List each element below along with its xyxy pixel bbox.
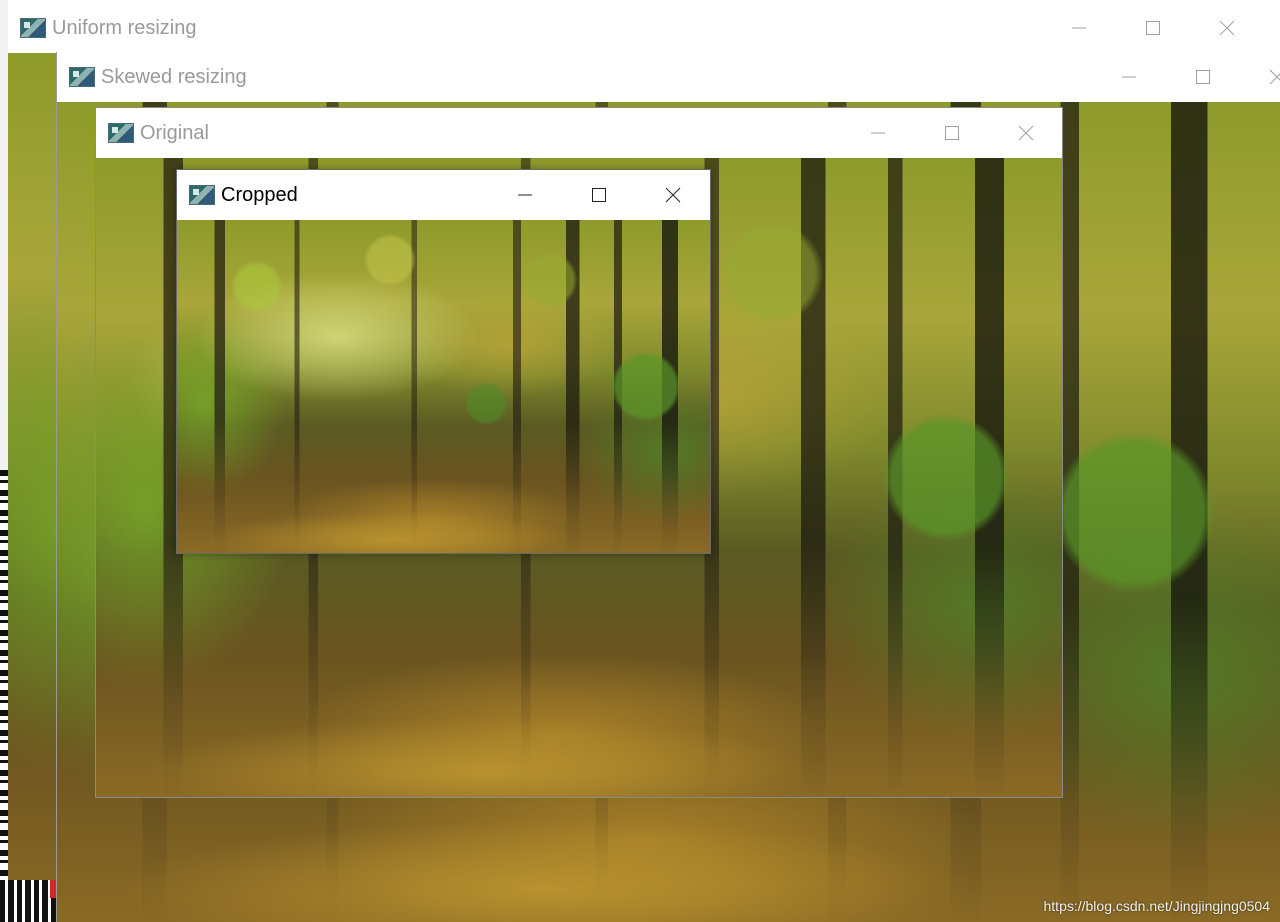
window-title: Original <box>140 121 209 144</box>
close-icon <box>1269 69 1280 85</box>
close-button[interactable] <box>1240 52 1280 102</box>
window-title: Uniform resizing <box>52 16 197 39</box>
close-button[interactable] <box>636 170 710 220</box>
close-icon <box>1018 125 1034 141</box>
app-icon <box>108 123 134 143</box>
minimize-button[interactable] <box>488 170 562 220</box>
minimize-icon <box>518 194 532 196</box>
titlebar[interactable]: Cropped <box>177 170 710 220</box>
minimize-button[interactable] <box>1092 52 1166 102</box>
titlebar[interactable]: Skewed resizing <box>57 52 1280 102</box>
close-button[interactable] <box>1190 3 1264 53</box>
maximize-icon <box>1146 21 1160 35</box>
close-icon <box>1219 20 1235 36</box>
maximize-icon <box>945 126 959 140</box>
maximize-button[interactable] <box>1116 3 1190 53</box>
close-button[interactable] <box>989 108 1063 158</box>
maximize-icon <box>1196 70 1210 84</box>
maximize-icon <box>592 188 606 202</box>
qr-code-strip <box>0 470 8 890</box>
minimize-button[interactable] <box>1042 3 1116 53</box>
app-icon <box>69 67 95 87</box>
maximize-button[interactable] <box>1166 52 1240 102</box>
app-icon <box>20 18 46 38</box>
window-title: Skewed resizing <box>101 65 247 88</box>
minimize-icon <box>1122 76 1136 78</box>
cropped-image <box>177 220 710 553</box>
qr-code <box>0 880 56 922</box>
maximize-button[interactable] <box>915 108 989 158</box>
titlebar[interactable]: Uniform resizing <box>8 3 1265 53</box>
minimize-icon <box>871 132 885 134</box>
close-icon <box>665 187 681 203</box>
window-cropped[interactable]: Cropped <box>176 169 711 554</box>
maximize-button[interactable] <box>562 170 636 220</box>
window-title: Cropped <box>221 183 298 206</box>
titlebar[interactable]: Original <box>96 108 1062 158</box>
watermark: https://blog.csdn.net/Jingjingjng0504 <box>1043 898 1271 914</box>
app-icon <box>189 185 215 205</box>
minimize-button[interactable] <box>841 108 915 158</box>
minimize-icon <box>1072 27 1086 29</box>
